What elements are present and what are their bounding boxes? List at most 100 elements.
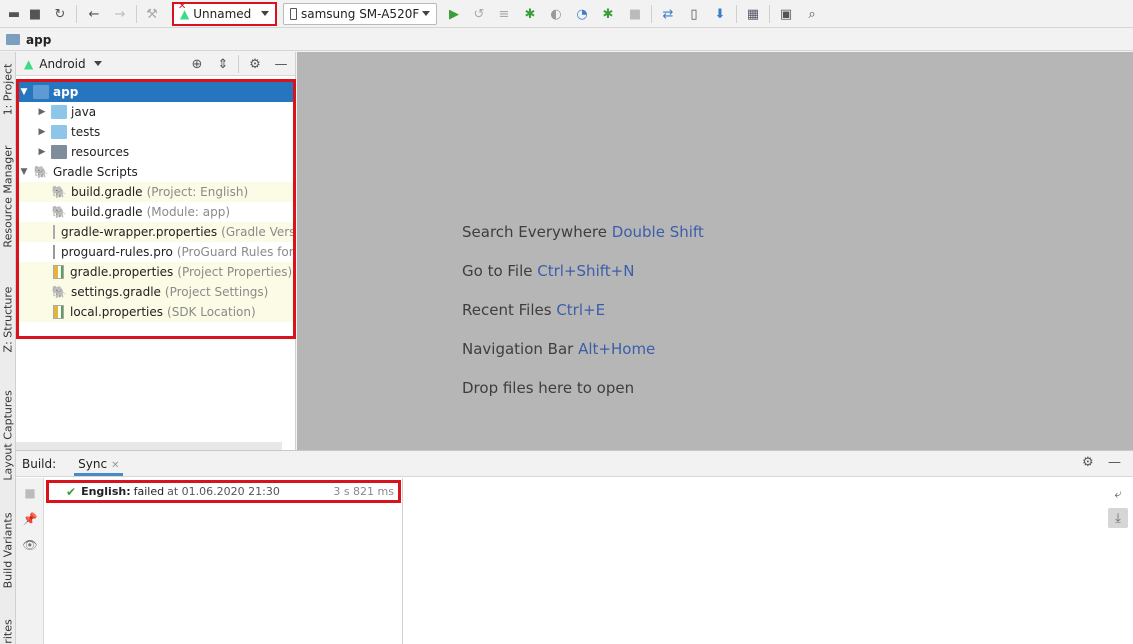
result-time: at 01.06.2020 21:30: [167, 485, 280, 498]
tree-item-gradle-wrapper-properties[interactable]: gradle-wrapper.properties (Gradle Versio…: [19, 222, 293, 242]
breadcrumb-root[interactable]: app: [26, 33, 51, 47]
debug-icon[interactable]: ✱: [520, 4, 540, 24]
shortcut: Ctrl+E: [556, 301, 606, 319]
tab-resource-manager[interactable]: Resource Manager: [0, 144, 16, 248]
build-icon[interactable]: ⚒: [142, 4, 162, 24]
avd-manager-icon[interactable]: ▯: [684, 4, 704, 24]
tree-item-label: tests: [71, 125, 101, 139]
tree-item-tests[interactable]: ▶ tests: [19, 122, 293, 142]
tree-item-java[interactable]: ▶ java: [19, 102, 293, 122]
expand-toggle[interactable]: ▼: [19, 167, 29, 177]
apply-changes-icon[interactable]: ↺: [469, 4, 489, 24]
editor-empty-area[interactable]: Search Everywhere Double Shift Go to Fil…: [297, 52, 1133, 450]
tab-build-variants[interactable]: Build Variants: [0, 508, 16, 592]
module-icon: [33, 85, 49, 99]
check-icon: ✔: [66, 484, 77, 499]
resources-folder-icon: [51, 145, 67, 159]
tab-project[interactable]: 1: Project: [0, 60, 16, 118]
project-view-select[interactable]: Android: [39, 57, 85, 71]
tree-item-label: Gradle Scripts: [53, 165, 138, 179]
toolbar-separator: [736, 5, 737, 23]
run-icon[interactable]: ▶: [444, 4, 464, 24]
tree-item-hint: (Project Settings): [164, 285, 269, 299]
expand-toggle[interactable]: ▶: [37, 127, 47, 137]
tree-item-label: app: [53, 85, 79, 99]
back-icon[interactable]: ←: [84, 4, 104, 24]
sync-gradle-icon[interactable]: ⇄: [658, 4, 678, 24]
expand-toggle[interactable]: ▼: [19, 87, 29, 97]
tab-structure[interactable]: Z: Structure: [0, 284, 16, 354]
toolbar-separator: [136, 5, 137, 23]
sync-icon[interactable]: ↻: [50, 4, 70, 24]
build-result-tree: ✔ English: failed at 01.06.2020 21:30 3 …: [44, 478, 403, 644]
attach-debugger-icon[interactable]: ◔: [572, 4, 592, 24]
result-project: English:: [81, 485, 131, 498]
expand-toggle[interactable]: ▶: [37, 147, 47, 157]
toolbar-separator: [76, 5, 77, 23]
device-select[interactable]: samsung SM-A520F: [283, 3, 437, 25]
apply-code-changes-icon[interactable]: ≡: [494, 4, 514, 24]
run-config-label: Unnamed: [193, 7, 252, 21]
toolbar-separator: [769, 5, 770, 23]
tree-item-label: gradle-wrapper.properties: [61, 225, 218, 239]
build-right-toolbar: ⤶ ⤓: [1103, 478, 1133, 644]
open-folder-icon[interactable]: ▬: [4, 4, 24, 24]
tree-item-app[interactable]: ▼ app: [19, 82, 293, 102]
result-status: failed: [133, 485, 165, 498]
tab-sync[interactable]: Sync ✕: [74, 452, 124, 476]
tab-favorites[interactable]: rites: [0, 618, 16, 644]
stop-icon[interactable]: ■: [625, 4, 645, 24]
tree-item-gradle-scripts[interactable]: ▼ 🐘 Gradle Scripts: [19, 162, 293, 182]
project-panel-header: ▲ Android ⊕ ⇕ ⚙ —: [16, 52, 295, 76]
save-icon[interactable]: ■: [25, 4, 45, 24]
search-icon[interactable]: ⌕: [802, 4, 822, 24]
hint-search-everywhere: Search Everywhere Double Shift: [462, 223, 704, 241]
project-structure-icon[interactable]: ▦: [743, 4, 763, 24]
locate-icon[interactable]: ⊕: [188, 55, 206, 73]
module-folder-icon: [6, 34, 20, 45]
gear-icon[interactable]: ⚙: [246, 55, 264, 73]
tree-item-resources[interactable]: ▶ resources: [19, 142, 293, 162]
minimize-icon[interactable]: —: [272, 55, 290, 73]
header-separator: [238, 55, 239, 73]
stop-icon[interactable]: ■: [21, 484, 39, 502]
gradle-icon: 🐘: [51, 285, 67, 299]
run-config-select[interactable]: ▲ ✕ Unnamed: [172, 1, 277, 26]
chevron-down-icon[interactable]: [93, 61, 102, 66]
android-config-icon: ▲ ✕: [178, 1, 190, 21]
tree-item-label: build.gradle: [71, 205, 143, 219]
project-tree: ▼ app ▶ java ▶ tests ▶ resources ▼ 🐘 Gra…: [16, 79, 296, 339]
minimize-icon[interactable]: —: [1108, 455, 1121, 470]
collapse-all-icon[interactable]: ⇕: [214, 55, 232, 73]
build-result-row[interactable]: ✔ English: failed at 01.06.2020 21:30 3 …: [46, 480, 401, 503]
close-icon[interactable]: ✕: [111, 460, 119, 471]
tab-layout-captures[interactable]: Layout Captures: [0, 386, 16, 484]
breadcrumb: app: [0, 29, 1133, 51]
toolbar-separator: [651, 5, 652, 23]
soft-wrap-icon[interactable]: ⤶: [1108, 484, 1128, 504]
tree-item-label: resources: [71, 145, 130, 159]
horizontal-scrollbar[interactable]: [16, 442, 282, 450]
expand-toggle[interactable]: ▶: [37, 107, 47, 117]
gradle-icon: 🐘: [33, 165, 49, 179]
sdk-manager-icon[interactable]: ⬇: [710, 4, 730, 24]
tree-item-proguard-rules[interactable]: proguard-rules.pro (ProGuard Rules for a…: [19, 242, 293, 262]
tree-item-gradle-properties[interactable]: gradle.properties (Project Properties): [19, 262, 293, 282]
eye-icon[interactable]: 👁: [21, 536, 39, 554]
chevron-down-icon: [422, 11, 430, 16]
gradle-icon: 🐘: [51, 185, 67, 199]
tree-item-build-gradle-project[interactable]: 🐘 build.gradle (Project: English): [19, 182, 293, 202]
tree-item-label: java: [71, 105, 97, 119]
profile-icon[interactable]: ◐: [546, 4, 566, 24]
tree-item-settings-gradle[interactable]: 🐘 settings.gradle (Project Settings): [19, 282, 293, 302]
tree-item-local-properties[interactable]: local.properties (SDK Location): [19, 302, 293, 322]
scroll-to-end-icon[interactable]: ⤓: [1108, 508, 1128, 528]
gear-icon[interactable]: ⚙: [1082, 455, 1094, 470]
forward-icon[interactable]: →: [110, 4, 130, 24]
pin-icon[interactable]: 📌: [21, 510, 39, 528]
attach-process-icon[interactable]: ✱: [598, 4, 618, 24]
tree-item-build-gradle-module[interactable]: 🐘 build.gradle (Module: app): [19, 202, 293, 222]
layout-inspector-icon[interactable]: ▣: [776, 4, 796, 24]
phone-icon: [290, 8, 297, 20]
properties-icon: [53, 225, 55, 239]
